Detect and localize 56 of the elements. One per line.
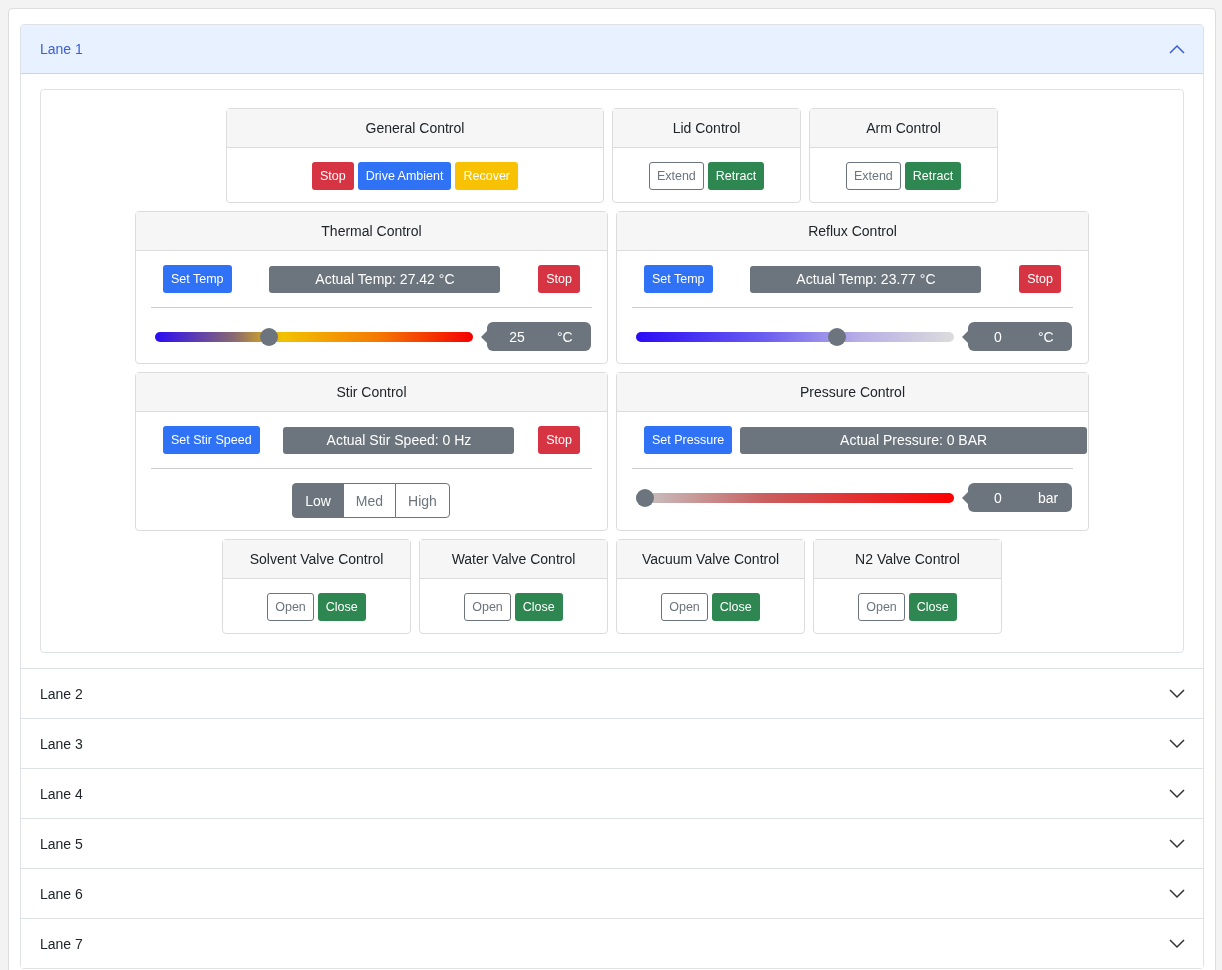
panel-title: General Control bbox=[227, 109, 603, 148]
action-button[interactable]: Close bbox=[317, 593, 366, 621]
panel-title: Stir Control bbox=[136, 373, 607, 412]
set-button[interactable]: Set Stir Speed bbox=[163, 426, 260, 454]
panel-title: Arm Control bbox=[810, 109, 997, 148]
action-button[interactable]: Open bbox=[267, 593, 314, 621]
panel-title: Lid Control bbox=[613, 109, 800, 148]
reading-display: Actual Temp: 23.77 °C bbox=[750, 265, 982, 293]
slider-thumb[interactable] bbox=[260, 327, 278, 346]
action-button[interactable]: Retract bbox=[707, 162, 765, 190]
action-button[interactable]: Stop bbox=[311, 162, 354, 190]
panel-title: Solvent Valve Control bbox=[223, 540, 410, 579]
reading-display: Actual Stir Speed: 0 Hz bbox=[283, 426, 515, 454]
panel-title: Thermal Control bbox=[136, 212, 607, 251]
reading-display: Actual Temp: 27.42 °C bbox=[269, 265, 501, 293]
set-button[interactable]: Set Temp bbox=[644, 265, 713, 293]
panel-title: N2 Valve Control bbox=[814, 540, 1001, 579]
action-button[interactable]: Close bbox=[711, 593, 760, 621]
slider[interactable] bbox=[155, 327, 473, 346]
action-button[interactable]: Close bbox=[908, 593, 957, 621]
speed-option[interactable]: Med bbox=[342, 483, 397, 518]
speed-option[interactable]: Low bbox=[292, 483, 344, 518]
action-button[interactable]: Extend bbox=[845, 162, 901, 190]
slider[interactable] bbox=[636, 327, 954, 346]
action-button[interactable]: Open bbox=[661, 593, 708, 621]
action-button[interactable]: Close bbox=[514, 593, 563, 621]
chevron-down-icon bbox=[1169, 888, 1185, 899]
stop-button[interactable]: Stop bbox=[538, 265, 580, 293]
slider[interactable] bbox=[636, 488, 954, 507]
set-button[interactable]: Set Pressure bbox=[644, 426, 733, 454]
chevron-up-icon bbox=[1169, 44, 1185, 54]
slider-thumb[interactable] bbox=[828, 327, 846, 346]
value-display: 0 bar bbox=[962, 483, 1072, 512]
chevron-down-icon bbox=[1169, 688, 1185, 699]
chevron-down-icon bbox=[1169, 938, 1185, 949]
panel-title: Vacuum Valve Control bbox=[617, 540, 804, 579]
action-button[interactable]: Retract bbox=[904, 162, 962, 190]
slider-thumb[interactable] bbox=[636, 488, 654, 507]
stop-button[interactable]: Stop bbox=[538, 426, 580, 454]
speed-option[interactable]: High bbox=[395, 483, 450, 518]
value-display: 0 °C bbox=[962, 322, 1072, 351]
action-button[interactable]: Drive Ambient bbox=[357, 162, 452, 190]
set-button[interactable]: Set Temp bbox=[163, 265, 232, 293]
chevron-down-icon bbox=[1169, 738, 1185, 749]
panel-title: Pressure Control bbox=[617, 373, 1088, 412]
value-display: 25 °C bbox=[481, 322, 591, 351]
reading-display: Actual Pressure: 0 BAR bbox=[740, 426, 1087, 454]
chevron-down-icon bbox=[1169, 838, 1185, 849]
panel-title: Reflux Control bbox=[617, 212, 1088, 251]
action-button[interactable]: Extend bbox=[648, 162, 704, 190]
action-button[interactable]: Open bbox=[858, 593, 905, 621]
panel-title: Water Valve Control bbox=[420, 540, 607, 579]
action-button[interactable]: Open bbox=[464, 593, 511, 621]
chevron-down-icon bbox=[1169, 788, 1185, 799]
stop-button[interactable]: Stop bbox=[1019, 265, 1061, 293]
lane-header[interactable]: Lane 1 bbox=[21, 25, 1203, 74]
